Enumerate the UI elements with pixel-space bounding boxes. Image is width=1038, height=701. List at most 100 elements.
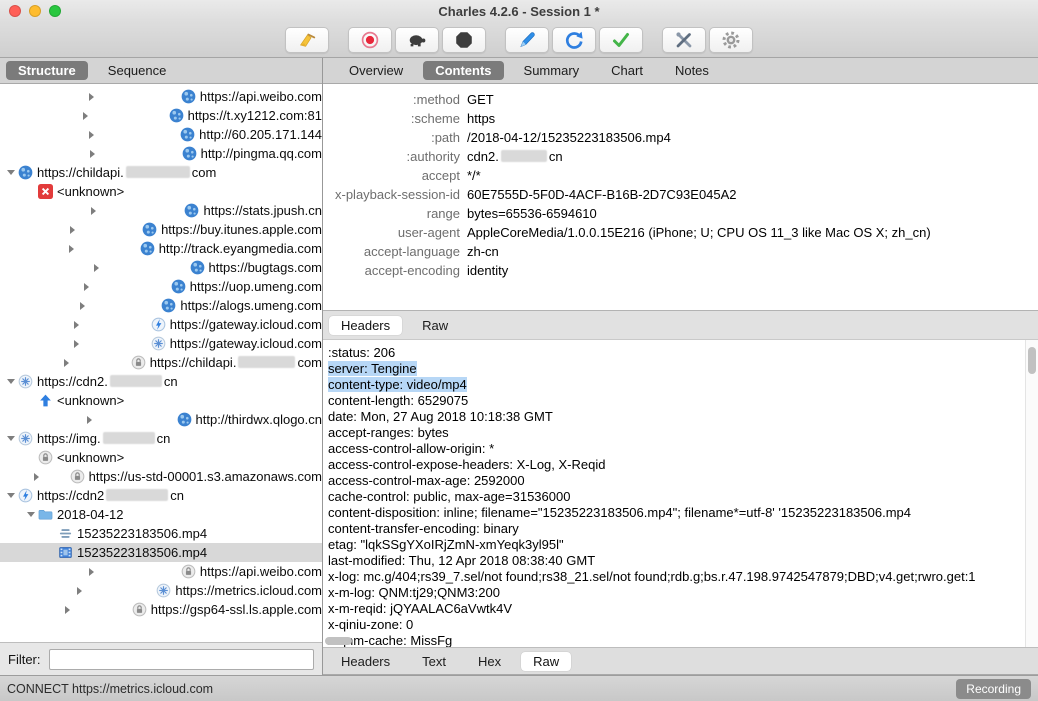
- vertical-scrollbar-thumb[interactable]: [1028, 347, 1036, 374]
- vertical-scrollbar[interactable]: [1025, 340, 1038, 647]
- tree-label: https://api.weibo.com: [199, 89, 322, 104]
- request-header-row: accept */*: [323, 166, 1038, 185]
- chevron-right-icon[interactable]: [4, 467, 69, 486]
- tree-row[interactable]: https://t.xy1212.com:81: [0, 106, 322, 125]
- chevron-down-icon[interactable]: [4, 429, 17, 448]
- tree-label: https://metrics.icloud.com: [175, 583, 322, 598]
- response-view-tab-raw[interactable]: Raw: [521, 651, 572, 671]
- response-view-tab-text[interactable]: Text: [410, 652, 458, 671]
- turtle-button[interactable]: [395, 26, 439, 53]
- chevron-right-icon[interactable]: [4, 581, 155, 600]
- response-view-tab-hex[interactable]: Hex: [466, 652, 513, 671]
- tab-contents[interactable]: Contents: [423, 61, 504, 80]
- broom-button[interactable]: [285, 26, 329, 53]
- tree-row[interactable]: 15235223183506.mp4: [0, 524, 322, 543]
- tree-row[interactable]: https://us-std-00001.s3.amazonaws.com: [0, 467, 322, 486]
- tree-row[interactable]: <unknown>: [0, 391, 322, 410]
- tab-structure[interactable]: Structure: [6, 61, 88, 80]
- chevron-right-icon[interactable]: [4, 410, 176, 429]
- tab-chart[interactable]: Chart: [599, 61, 655, 80]
- tree-row[interactable]: https://gateway.icloud.com: [0, 334, 322, 353]
- tree-row[interactable]: https://alogs.umeng.com: [0, 296, 322, 315]
- globe-icon: [182, 146, 197, 161]
- tree-row[interactable]: https://api.weibo.com: [0, 562, 322, 581]
- breakpoint-button[interactable]: [442, 26, 486, 53]
- tree-row[interactable]: https://childapi. com: [0, 353, 322, 372]
- chevron-right-icon[interactable]: [4, 353, 130, 372]
- horizontal-scrollbar-thumb[interactable]: [325, 637, 352, 645]
- chevron-right-icon[interactable]: [4, 144, 181, 163]
- settings-button[interactable]: [709, 26, 753, 53]
- response-view-tab-headers[interactable]: Headers: [329, 652, 402, 671]
- tab-sequence[interactable]: Sequence: [96, 61, 179, 80]
- tree-row[interactable]: 2018-04-12: [0, 505, 322, 524]
- chevron-right-icon[interactable]: [4, 125, 179, 144]
- tree-row[interactable]: http://60.205.171.144: [0, 125, 322, 144]
- turtle-icon: [407, 30, 427, 50]
- repeat-button[interactable]: [552, 26, 596, 53]
- tree-row[interactable]: https://bugtags.com: [0, 258, 322, 277]
- chevron-right-icon[interactable]: [4, 315, 150, 334]
- tree-row[interactable]: https://childapi. com: [0, 163, 322, 182]
- tree-row[interactable]: https://img. cn: [0, 429, 322, 448]
- tree-row[interactable]: https://buy.itunes.apple.com: [0, 220, 322, 239]
- request-header-value: cdn2. cn: [467, 149, 563, 164]
- validate-button[interactable]: [599, 26, 643, 53]
- tree-row[interactable]: https://cdn2 cn: [0, 486, 322, 505]
- request-header-name: :authority: [406, 149, 460, 164]
- chevron-down-icon[interactable]: [4, 486, 17, 505]
- filter-input[interactable]: [48, 648, 314, 670]
- detail-pane: Overview Contents Summary Chart Notes :metho…: [323, 58, 1038, 675]
- chevron-right-icon[interactable]: [4, 106, 168, 125]
- tree-row[interactable]: https://uop.umeng.com: [0, 277, 322, 296]
- tree-row[interactable]: https://metrics.icloud.com: [0, 581, 322, 600]
- recording-badge: Recording: [956, 678, 1031, 699]
- tree-label: https://uop.umeng.com: [189, 279, 322, 294]
- minimize-button[interactable]: [29, 5, 41, 17]
- chevron-right-icon[interactable]: [4, 87, 180, 106]
- chevron-down-icon[interactable]: [4, 163, 17, 182]
- tree-row[interactable]: <unknown>: [0, 182, 322, 201]
- tab-summary[interactable]: Summary: [512, 61, 592, 80]
- response-tab-raw[interactable]: Raw: [410, 316, 460, 335]
- error-icon: [38, 184, 53, 199]
- chevron-right-icon[interactable]: [4, 562, 180, 581]
- request-header-name: :path: [431, 130, 460, 145]
- chevron-right-icon[interactable]: [4, 239, 139, 258]
- tab-overview[interactable]: Overview: [337, 61, 415, 80]
- chevron-down-icon[interactable]: [24, 505, 37, 524]
- chevron-right-icon[interactable]: [4, 258, 189, 277]
- tab-notes[interactable]: Notes: [663, 61, 721, 80]
- tree-row[interactable]: https://gateway.icloud.com: [0, 315, 322, 334]
- tree-row[interactable]: <unknown>: [0, 448, 322, 467]
- zoom-button[interactable]: [49, 5, 61, 17]
- sidebar-tabbar: Structure Sequence: [0, 58, 322, 84]
- tree-row[interactable]: http://pingma.qq.com: [0, 144, 322, 163]
- tree-row[interactable]: https://stats.jpush.cn: [0, 201, 322, 220]
- tree-row[interactable]: https://api.weibo.com: [0, 87, 322, 106]
- tree-row[interactable]: http://track.eyangmedia.com: [0, 239, 322, 258]
- chevron-right-icon[interactable]: [4, 334, 150, 353]
- globe-icon: [161, 298, 176, 313]
- chevron-right-icon[interactable]: [4, 296, 160, 315]
- tree-row[interactable]: https://gsp64-ssl.ls.apple.com: [0, 600, 322, 619]
- titlebar: Charles 4.2.6 - Session 1 *: [0, 0, 1038, 22]
- close-button[interactable]: [9, 5, 21, 17]
- tree-row[interactable]: https://cdn2. cn: [0, 372, 322, 391]
- chevron-right-icon[interactable]: [4, 201, 183, 220]
- chevron-down-icon[interactable]: [4, 372, 17, 391]
- record-button[interactable]: [348, 26, 392, 53]
- globe-icon: [18, 165, 33, 180]
- response-tab-headers[interactable]: Headers: [329, 315, 403, 335]
- chevron-right-icon[interactable]: [4, 220, 141, 239]
- redacted-text: [500, 150, 547, 162]
- tree-row[interactable]: http://thirdwx.qlogo.cn: [0, 410, 322, 429]
- compose-button[interactable]: [505, 26, 549, 53]
- tree-label: 2018-04-12: [57, 507, 124, 522]
- tree-row[interactable]: 15235223183506.mp4: [0, 543, 322, 562]
- chevron-right-icon[interactable]: [4, 600, 131, 619]
- redacted-text: [125, 166, 190, 178]
- tools-button[interactable]: [662, 26, 706, 53]
- chevron-right-icon[interactable]: [4, 277, 170, 296]
- request-header-row: :authority cdn2. cn: [323, 147, 1038, 166]
